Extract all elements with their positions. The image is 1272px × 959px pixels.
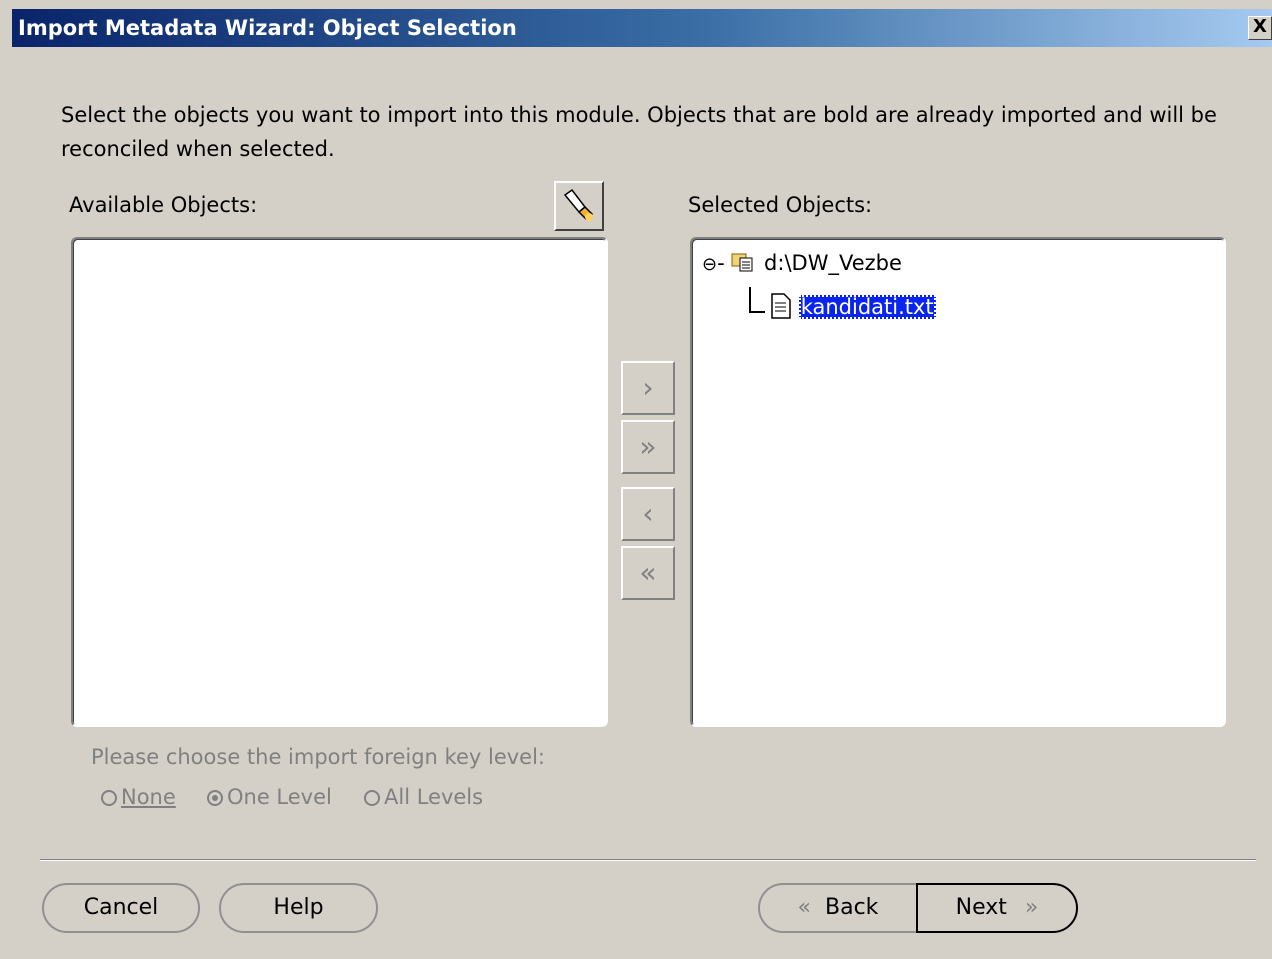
radio-none[interactable]: None <box>101 785 176 809</box>
tree-node-kandidati-label[interactable]: kandidati.txt <box>798 295 936 319</box>
help-button[interactable]: Help <box>219 883 378 933</box>
next-button-label: Next <box>955 895 1007 920</box>
text-file-icon <box>771 293 791 319</box>
back-button[interactable]: « Back <box>758 883 918 933</box>
selected-objects-tree[interactable]: ⊖- d:\DW_Vezbe kandidati.txt <box>690 237 1226 727</box>
foreign-key-prompt: Please choose the import foreign key lev… <box>91 745 545 769</box>
find-button[interactable] <box>554 181 604 231</box>
folder-module-icon <box>731 253 753 272</box>
footer-separator <box>40 859 1256 861</box>
back-arrow-icon: « <box>797 895 812 920</box>
tree-node-root[interactable]: ⊖- d:\DW_Vezbe <box>702 247 902 279</box>
close-button[interactable]: X <box>1248 16 1272 40</box>
back-button-label: Back <box>825 895 879 920</box>
tree-node-kandidati[interactable]: kandidati.txt <box>770 291 936 323</box>
cancel-button[interactable]: Cancel <box>42 883 200 933</box>
available-objects-list[interactable] <box>71 237 608 727</box>
next-arrow-icon: » <box>1024 895 1039 920</box>
tree-connector <box>749 287 765 313</box>
title-bar: Import Metadata Wizard: Object Selection… <box>12 9 1272 47</box>
remove-all-button[interactable]: « <box>621 546 675 600</box>
collapse-icon[interactable]: ⊖ <box>702 254 717 275</box>
radio-one-level[interactable]: One Level <box>207 785 332 809</box>
window-title: Import Metadata Wizard: Object Selection <box>18 16 517 40</box>
move-one-button[interactable]: › <box>621 361 675 415</box>
radio-none-label: None <box>121 785 176 809</box>
selected-objects-label: Selected Objects: <box>688 193 873 217</box>
instructions-text: Select the objects you want to import in… <box>61 103 1217 161</box>
flashlight-icon <box>563 188 594 221</box>
radio-all-levels-label: All Levels <box>384 785 484 809</box>
move-all-button[interactable]: » <box>621 420 675 474</box>
remove-one-button[interactable]: ‹ <box>621 487 675 541</box>
radio-none-indicator[interactable] <box>101 790 117 806</box>
tree-node-root-label: d:\DW_Vezbe <box>764 251 902 275</box>
radio-all-levels[interactable]: All Levels <box>364 785 483 809</box>
radio-one-level-label: One Level <box>227 785 332 809</box>
radio-all-levels-indicator[interactable] <box>364 790 380 806</box>
next-button[interactable]: Next » <box>916 883 1078 933</box>
radio-one-level-indicator[interactable] <box>207 790 223 806</box>
available-objects-label: Available Objects: <box>69 193 258 217</box>
